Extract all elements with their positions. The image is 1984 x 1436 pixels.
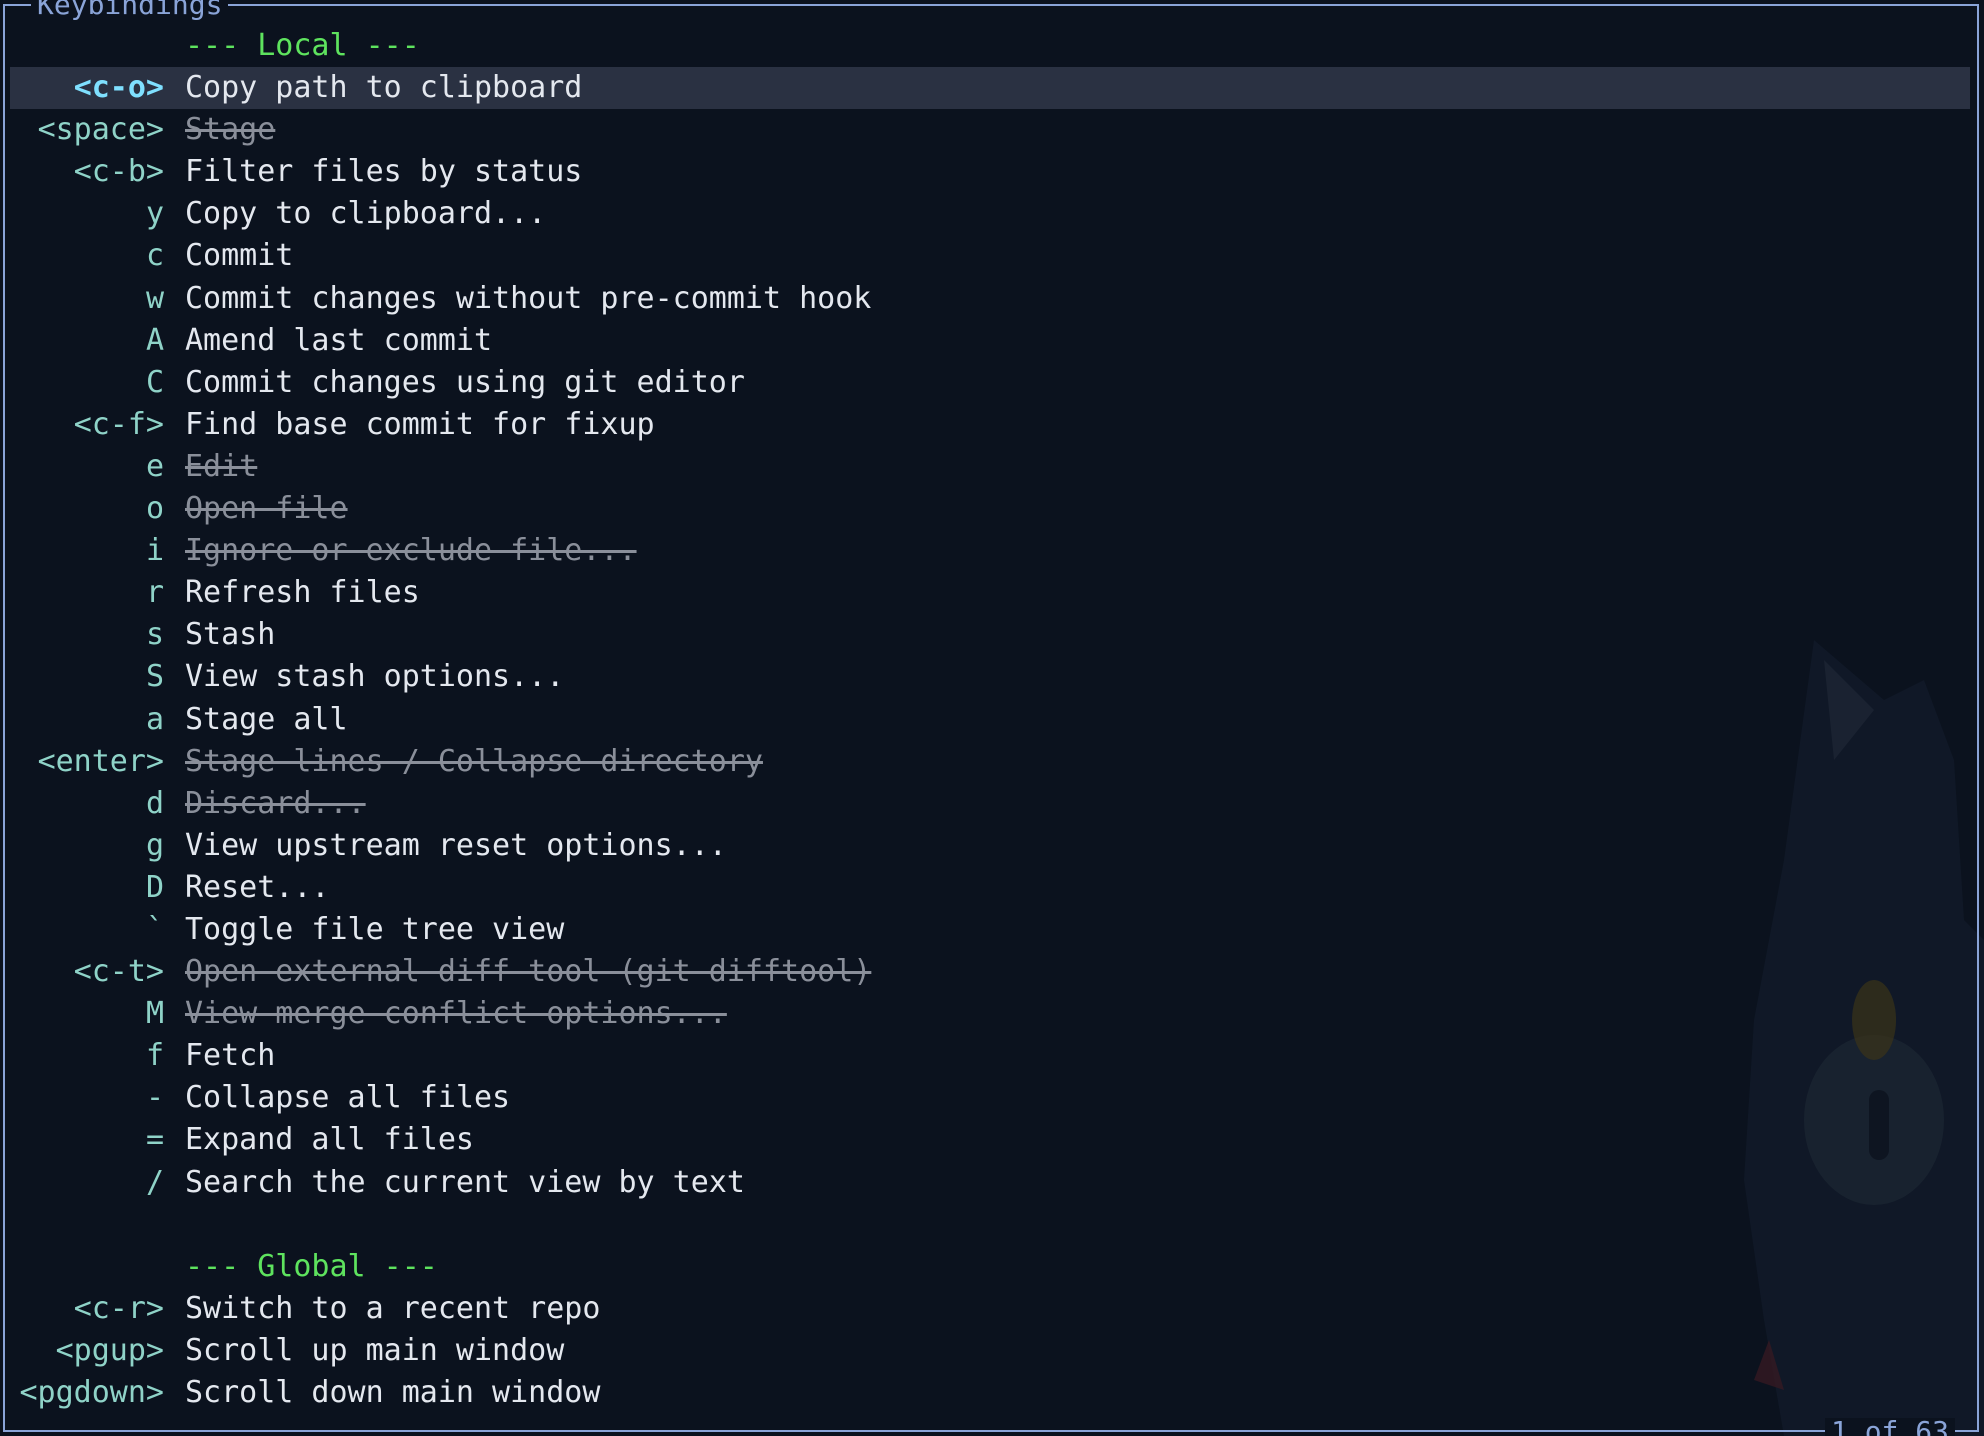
keybinding-key: = [145,1122,164,1158]
keybinding-key: i [145,533,164,569]
keybinding-description: Fetch [185,1038,276,1074]
keybinding-description: View merge conflict options... [185,996,727,1032]
keybinding-description: Search the current view by text [185,1164,745,1200]
keybinding-row[interactable]: C Commit changes using git editor [10,362,1970,404]
keybinding-row[interactable]: - Collapse all files [10,1077,1970,1119]
keybinding-description: Edit [185,448,258,484]
keybinding-key: e [145,448,164,484]
keybinding-key: <c-t> [73,954,164,990]
keybinding-row[interactable]: <space> Stage [10,109,1970,151]
keybinding-key: / [145,1164,164,1200]
keybinding-description: Reset... [185,869,330,905]
keybinding-description: Stage lines / Collapse directory [185,743,763,779]
keybinding-description: Refresh files [185,575,420,611]
keybinding-row[interactable]: S View stash options... [10,656,1970,698]
section-header: --- Local --- [10,25,1970,67]
keybinding-key: <c-o> [73,70,164,106]
keybinding-key: f [145,1038,164,1074]
keybinding-row[interactable]: <c-f> Find base commit for fixup [10,404,1970,446]
keybinding-row[interactable]: d Discard... [10,783,1970,825]
keybinding-row[interactable]: = Expand all files [10,1119,1970,1161]
keybinding-key: g [145,827,164,863]
keybinding-row[interactable]: e Edit [10,446,1970,488]
keybinding-description: Filter files by status [185,154,583,190]
keybinding-row[interactable]: <c-t> Open external diff tool (git diffto… [10,951,1970,993]
keybinding-key: d [145,785,164,821]
keybinding-key: M [145,996,164,1032]
keybinding-key: <c-b> [73,154,164,190]
keybinding-row[interactable]: y Copy to clipboard... [10,193,1970,235]
keybinding-description: Open file [185,491,348,527]
keybinding-description: Collapse all files [185,1080,511,1116]
keybinding-key: <pgdown> [19,1375,165,1410]
keybinding-row[interactable]: a Stage all [10,699,1970,741]
keybinding-description: Stage all [185,701,348,737]
keybinding-description: Commit [185,238,294,274]
keybinding-row[interactable]: r Refresh files [10,572,1970,614]
keybinding-description: Toggle file tree view [185,911,565,947]
keybinding-row[interactable]: / Search the current view by text [10,1162,1970,1204]
keybinding-key: S [145,659,164,695]
keybinding-row[interactable]: g View upstream reset options... [10,825,1970,867]
keybinding-row[interactable]: <c-r> Switch to a recent repo [10,1288,1970,1330]
keybinding-row[interactable]: D Reset... [10,867,1970,909]
keybinding-key: r [145,575,164,611]
keybinding-row[interactable]: f Fetch [10,1035,1970,1077]
keybinding-key: <space> [37,112,164,148]
keybindings-list: --- Local --- <c-o> Copy path to clipboard… [10,25,1970,1414]
keybinding-key: w [145,280,164,316]
keybinding-row[interactable]: <c-o> Copy path to clipboard [10,67,1970,110]
keybinding-description: Expand all files [185,1122,474,1158]
keybinding-description: Stage [185,112,276,148]
panel-title: Keybindings [31,0,229,19]
keybinding-description: Stash [185,617,276,653]
keybinding-description: Find base commit for fixup [185,406,655,442]
keybinding-key: C [145,364,164,400]
keybinding-description: Amend last commit [185,322,493,358]
keybinding-row[interactable]: o Open file [10,488,1970,530]
keybinding-row[interactable]: <pgup> Scroll up main window [10,1330,1970,1372]
keybinding-row[interactable]: w Commit changes without pre-commit hook [10,278,1970,320]
keybinding-row[interactable]: c Commit [10,235,1970,277]
section-header-label: --- Local --- [185,28,420,63]
keybinding-row[interactable]: ` Toggle file tree view [10,909,1970,951]
keybinding-description: Open external diff tool (git difftool) [185,954,872,990]
keybinding-row[interactable]: <enter> Stage lines / Collapse directory [10,741,1970,783]
keybinding-key: <c-r> [73,1290,164,1326]
keybinding-key: a [145,701,164,737]
keybinding-description: Ignore or exclude file... [185,533,637,569]
keybinding-key: s [145,617,164,653]
keybinding-key: ` [145,911,164,947]
keybinding-row[interactable]: i Ignore or exclude file... [10,530,1970,572]
keybinding-key: A [145,322,164,358]
keybinding-row[interactable]: A Amend last commit [10,320,1970,362]
keybinding-key: o [145,491,164,527]
keybinding-description: Switch to a recent repo [185,1290,601,1326]
keybinding-row[interactable]: <c-b> Filter files by status [10,151,1970,193]
keybinding-key: - [145,1080,164,1116]
keybinding-key: <pgup> [55,1332,164,1368]
keybinding-description: View stash options... [185,659,565,695]
keybinding-description: Copy to clipboard... [185,196,547,232]
keybinding-description: Copy path to clipboard [185,70,583,106]
keybinding-description: Discard... [185,785,366,821]
keybinding-description: Commit changes using git editor [185,364,745,400]
page-indicator: 1 of 63 [1824,1418,1955,1436]
keybinding-key: c [145,238,164,274]
section-header-label: --- Global --- [185,1248,438,1284]
keybinding-description: Scroll up main window [185,1332,565,1368]
keybinding-description: View upstream reset options... [185,827,727,863]
keybinding-key: <c-f> [73,406,164,442]
keybinding-row[interactable]: <pgdown> Scroll down main window [10,1372,1970,1414]
keybinding-description: Commit changes without pre-commit hook [185,280,872,316]
keybinding-key: D [145,869,164,905]
keybinding-row[interactable]: M View merge conflict options... [10,993,1970,1035]
keybinding-row[interactable]: s Stash [10,614,1970,656]
keybinding-key: y [145,196,164,232]
section-header: --- Global --- [10,1246,1970,1288]
keybinding-key: <enter> [37,743,164,779]
keybinding-description: Scroll down main window [185,1375,601,1410]
